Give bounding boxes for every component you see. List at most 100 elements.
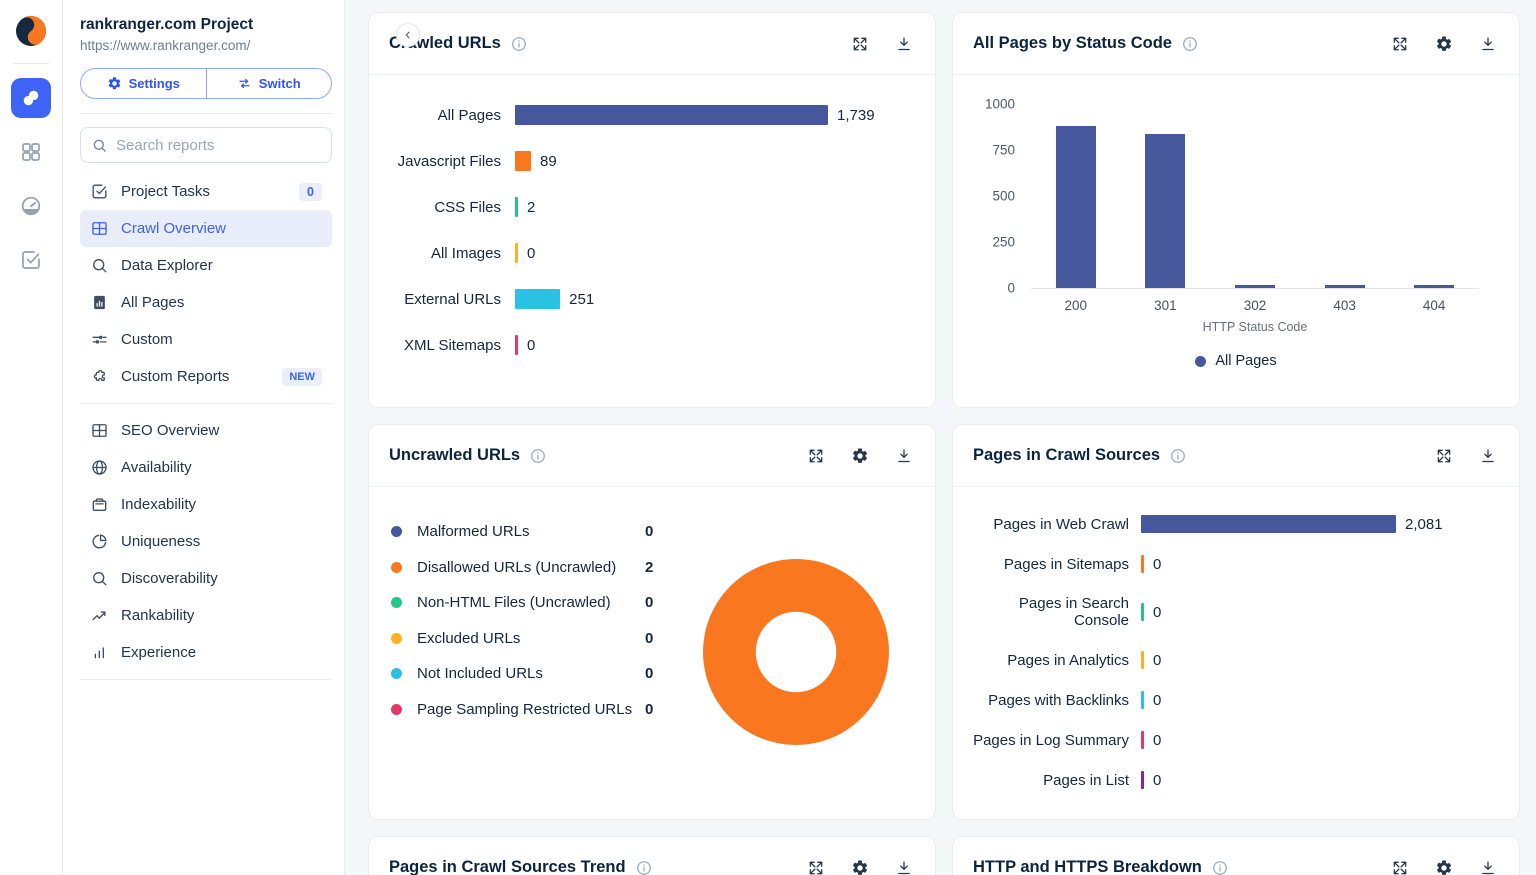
sliders-icon bbox=[90, 330, 109, 349]
download-icon bbox=[1479, 35, 1497, 53]
expand-button[interactable] bbox=[807, 447, 825, 465]
bar-pages-in-log-summary bbox=[1141, 731, 1144, 749]
download-button[interactable] bbox=[1479, 859, 1497, 875]
sidebar-nav: Project Tasks0Crawl OverviewData Explore… bbox=[80, 173, 332, 680]
sidebar-item-label: Rankability bbox=[121, 607, 322, 624]
gauge-icon bbox=[19, 194, 43, 218]
archive-icon bbox=[90, 495, 109, 514]
download-button[interactable] bbox=[1479, 35, 1497, 53]
y-tick-label: 0 bbox=[1007, 281, 1015, 296]
nav-secondary: SEO Overview AvailabilityIndexabilityUniq… bbox=[80, 412, 332, 671]
document-chart-icon bbox=[90, 293, 109, 312]
sidebar-item-label: SEO Overview bbox=[121, 422, 322, 439]
bar-row-pages-in-sitemaps: Pages in Sitemaps0 bbox=[973, 555, 1495, 573]
bar-value-label: 0 bbox=[1153, 556, 1161, 573]
sidebar-item-crawl-overview[interactable]: Crawl Overview bbox=[80, 210, 332, 247]
download-button[interactable] bbox=[895, 447, 913, 465]
column-bar-403 bbox=[1325, 285, 1365, 288]
info-icon[interactable] bbox=[1181, 35, 1199, 53]
download-button[interactable] bbox=[895, 859, 913, 875]
column-slot-301 bbox=[1121, 134, 1211, 288]
x-tick-labels: 200301302403404 bbox=[1031, 298, 1479, 313]
search-input[interactable] bbox=[116, 137, 321, 154]
settings-button[interactable]: Settings bbox=[81, 69, 206, 98]
bar-category-label: Pages in List bbox=[973, 772, 1129, 789]
card-http-https: HTTP and HTTPS Breakdown bbox=[952, 836, 1520, 875]
legend-dot bbox=[391, 597, 402, 608]
x-tick-label: 403 bbox=[1300, 298, 1390, 313]
legend-label: Malformed URLs bbox=[417, 523, 645, 540]
bar-row-external-urls: External URLs251 bbox=[389, 289, 911, 309]
bar-value-label: 0 bbox=[527, 337, 535, 354]
card-status-code: All Pages by Status Code 10007505002500 … bbox=[952, 12, 1520, 408]
sidebar-item-all-pages[interactable]: All Pages bbox=[80, 284, 332, 321]
sidebar-item-uniqueness[interactable]: Uniqueness bbox=[80, 523, 332, 560]
sidebar-item-experience[interactable]: Experience bbox=[80, 634, 332, 671]
sidebar-item-project-tasks[interactable]: Project Tasks0 bbox=[80, 173, 332, 210]
expand-button[interactable] bbox=[1391, 859, 1409, 875]
download-button[interactable] bbox=[895, 35, 913, 53]
switch-button[interactable]: Switch bbox=[206, 69, 332, 98]
sidebar-collapse-button[interactable] bbox=[396, 23, 420, 47]
sidebar-item-rankability[interactable]: Rankability bbox=[80, 597, 332, 634]
bar-row-css-files: CSS Files2 bbox=[389, 197, 911, 217]
bar-pages-in-analytics bbox=[1141, 651, 1144, 669]
bar-row-all-images: All Images0 bbox=[389, 243, 911, 263]
similarweb-logo-icon[interactable] bbox=[14, 14, 48, 48]
sidebar-item-custom[interactable]: Custom bbox=[80, 321, 332, 358]
crawled-urls-chart: All Pages1,739Javascript Files89CSS File… bbox=[369, 75, 935, 355]
info-icon[interactable] bbox=[1169, 447, 1187, 465]
expand-icon bbox=[807, 859, 825, 875]
switch-label: Switch bbox=[259, 76, 301, 91]
card-uncrawled-urls: Uncrawled URLs Malformed URLs0Disallowed… bbox=[368, 424, 936, 820]
bar-value-label: 0 bbox=[1153, 732, 1161, 749]
donut-legend: Malformed URLs0Disallowed URLs (Uncrawle… bbox=[391, 514, 703, 820]
legend-row-not-included-urls: Not Included URLs0 bbox=[391, 656, 703, 692]
bar-pages-in-search-console bbox=[1141, 603, 1144, 621]
crawl-sources-chart: Pages in Web Crawl2,081Pages in Sitemaps… bbox=[953, 487, 1519, 789]
sidebar-item-data-explorer[interactable]: Data Explorer bbox=[80, 247, 332, 284]
rail-item-gauge[interactable] bbox=[11, 186, 51, 226]
expand-button[interactable] bbox=[1391, 35, 1409, 53]
expand-icon bbox=[807, 447, 825, 465]
rail-item-site-audit[interactable] bbox=[11, 78, 51, 118]
expand-button[interactable] bbox=[851, 35, 869, 53]
bar-category-label: CSS Files bbox=[389, 199, 501, 216]
bar-pages-in-sitemaps bbox=[1141, 555, 1144, 573]
sidebar-divider bbox=[80, 113, 332, 114]
expand-button[interactable] bbox=[1435, 447, 1453, 465]
card-title: Pages in Crawl Sources Trend bbox=[389, 858, 626, 875]
card-sources-trend: Pages in Crawl Sources Trend bbox=[368, 836, 936, 875]
legend-row-non-html-files-uncrawled: Non-HTML Files (Uncrawled)0 bbox=[391, 585, 703, 621]
info-icon[interactable] bbox=[1211, 859, 1229, 875]
gear-button[interactable] bbox=[851, 859, 869, 875]
expand-button[interactable] bbox=[807, 859, 825, 875]
rail-item-apps[interactable] bbox=[11, 132, 51, 172]
sidebar-item-seo-overview[interactable]: SEO Overview bbox=[80, 412, 332, 449]
link-nodes-icon bbox=[19, 86, 43, 110]
rail-item-tasks[interactable] bbox=[11, 240, 51, 280]
download-button[interactable] bbox=[1479, 447, 1497, 465]
uncrawled-urls-chart: Malformed URLs0Disallowed URLs (Uncrawle… bbox=[369, 487, 935, 820]
sidebar-item-indexability[interactable]: Indexability bbox=[80, 486, 332, 523]
legend-value: 0 bbox=[645, 523, 653, 540]
bar-value-label: 0 bbox=[527, 245, 535, 262]
sidebar-item-discoverability[interactable]: Discoverability bbox=[80, 560, 332, 597]
sidebar-item-custom-reports[interactable]: Custom ReportsNEW bbox=[80, 358, 332, 395]
info-icon[interactable] bbox=[510, 35, 528, 53]
x-tick-label: 301 bbox=[1121, 298, 1211, 313]
column-slot-302 bbox=[1210, 285, 1300, 288]
sidebar-item-availability[interactable]: Availability bbox=[80, 449, 332, 486]
sidebar-item-label: Experience bbox=[121, 644, 322, 661]
info-icon[interactable] bbox=[635, 859, 653, 875]
gear-button[interactable] bbox=[1435, 859, 1453, 875]
info-icon[interactable] bbox=[529, 447, 547, 465]
sidebar-item-label: Project Tasks bbox=[121, 183, 287, 200]
card-title: Uncrawled URLs bbox=[389, 446, 520, 465]
gear-button[interactable] bbox=[1435, 35, 1453, 53]
new-badge: NEW bbox=[282, 368, 322, 386]
column-slot-403 bbox=[1300, 285, 1390, 288]
puzzle-icon bbox=[90, 367, 109, 386]
card-title: HTTP and HTTPS Breakdown bbox=[973, 858, 1202, 875]
gear-button[interactable] bbox=[851, 447, 869, 465]
